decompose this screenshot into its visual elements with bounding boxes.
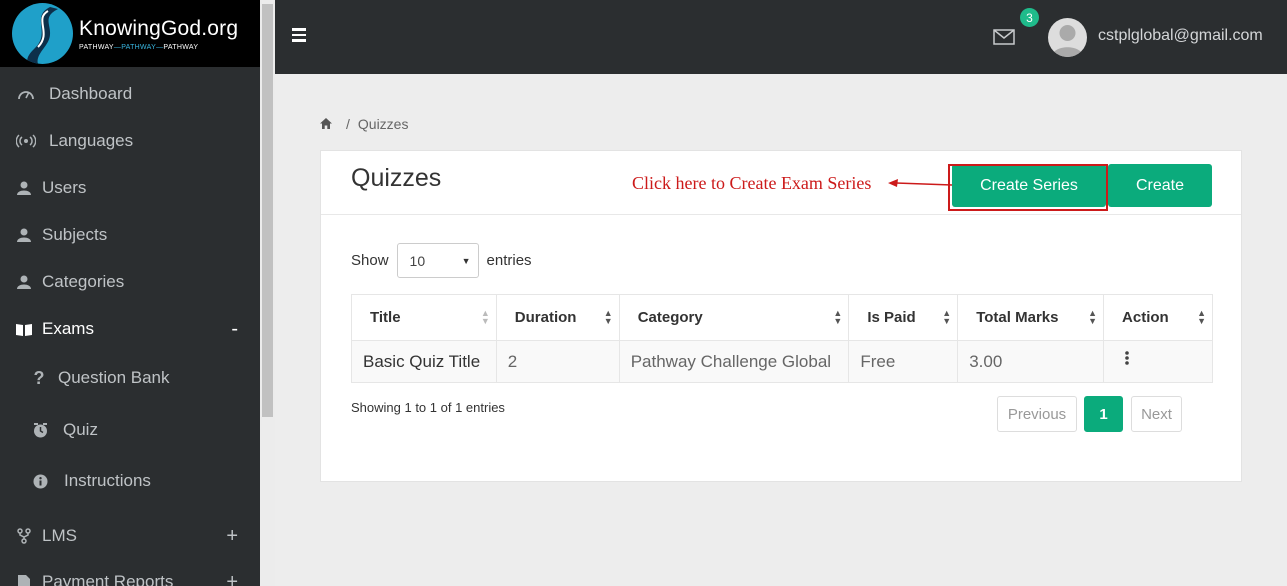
mail-icon[interactable] [993, 29, 1015, 50]
avatar[interactable] [1048, 18, 1087, 57]
logo-tagline: PATHWAY—PATHWAY—PATHWAY [79, 43, 199, 51]
entries-label: entries [486, 252, 532, 269]
sidebar-item-lms[interactable]: LMS + [0, 524, 260, 548]
breadcrumb-current: Quizzes [357, 116, 409, 132]
sidebar-item-payment-reports[interactable]: Payment Reports + [0, 570, 260, 586]
sort-icon: ▲ ▼ [942, 308, 952, 326]
sidebar-item-languages[interactable]: Languages [0, 129, 260, 153]
sidebar-item-subjects[interactable]: Subjects [0, 223, 260, 247]
chevron-down-icon: ▼ [461, 255, 471, 266]
page-size-select[interactable]: 10 ▼ [396, 243, 479, 278]
create-button[interactable]: Create [1108, 164, 1212, 207]
page-title: Quizzes [351, 164, 442, 192]
cell-is-paid: Free [848, 340, 959, 383]
cell-action [1103, 340, 1213, 383]
sort-icon: ▲ ▼ [603, 308, 613, 326]
sidebar: KnowingGod.org PATHWAY—PATHWAY—PATHWAY D… [0, 0, 260, 586]
book-icon [16, 323, 32, 336]
expand-toggle[interactable]: + [226, 571, 238, 586]
sidebar-item-question-bank[interactable]: ? Question Bank [0, 366, 260, 390]
question-icon: ? [33, 367, 45, 388]
breadcrumb: / Quizzes [320, 116, 408, 132]
quizzes-panel: Quizzes Click here to Create Exam Series… [320, 150, 1242, 482]
annotation-arrow [888, 179, 952, 187]
table-row: Basic Quiz Title 2 Pathway Challenge Glo… [351, 340, 1213, 383]
user-email[interactable]: cstplglobal@gmail.com [1098, 27, 1263, 45]
dashboard-icon [16, 87, 36, 101]
clock-icon [32, 422, 48, 438]
column-header-duration[interactable]: Duration ▲ ▼ [495, 294, 620, 341]
next-page-button[interactable]: Next [1131, 396, 1182, 432]
column-header-total-marks[interactable]: Total Marks ▲ ▼ [957, 294, 1105, 341]
sidebar-item-label: Dashboard [49, 84, 133, 103]
sidebar-item-quiz[interactable]: Quiz [0, 418, 260, 442]
sort-icon: ▲ ▼ [480, 308, 490, 326]
info-icon [32, 474, 48, 489]
sidebar-scrollbar[interactable] [260, 0, 275, 586]
logo-title: KnowingGod.org [79, 16, 239, 40]
page-size-control: Show 10 ▼ entries [351, 243, 532, 278]
cell-title: Basic Quiz Title [351, 340, 497, 383]
sidebar-item-label: Payment Reports [42, 572, 174, 586]
annotation-text: Click here to Create Exam Series [632, 173, 872, 193]
sidebar-item-label: Quiz [63, 420, 98, 439]
quizzes-table: Title ▲ ▼ Duration ▲ ▼ Category ▲ ▼ Is Paid ▲ ▼ … [351, 294, 1213, 383]
home-icon[interactable] [320, 116, 332, 132]
sidebar-item-dashboard[interactable]: Dashboard [0, 82, 260, 106]
logo-icon [12, 3, 73, 64]
show-label: Show [351, 252, 389, 269]
sidebar-item-label: Users [42, 178, 87, 197]
sidebar-item-label: LMS [42, 526, 77, 545]
breadcrumb-separator: / [346, 116, 350, 132]
sidebar-item-label: Instructions [64, 471, 151, 490]
logo[interactable]: KnowingGod.org PATHWAY—PATHWAY—PATHWAY [0, 0, 260, 67]
page-1-button[interactable]: 1 [1084, 396, 1123, 432]
column-header-category[interactable]: Category ▲ ▼ [618, 294, 850, 341]
sidebar-item-users[interactable]: Users [0, 176, 260, 200]
cell-total-marks: 3.00 [957, 340, 1105, 383]
sidebar-item-label: Languages [49, 131, 134, 150]
column-header-title[interactable]: Title ▲ ▼ [351, 294, 497, 341]
scrollbar-thumb[interactable] [262, 4, 273, 417]
panel-header: Quizzes Click here to Create Exam Series… [321, 151, 1241, 215]
previous-page-button[interactable]: Previous [997, 396, 1077, 432]
expand-toggle[interactable]: + [226, 525, 238, 548]
user-icon [16, 228, 32, 242]
collapse-toggle[interactable]: - [231, 318, 238, 341]
sidebar-item-instructions[interactable]: Instructions [0, 469, 260, 493]
menu-toggle-icon[interactable] [292, 28, 306, 45]
fork-icon [16, 528, 32, 544]
sort-icon: ▲ ▼ [833, 308, 843, 326]
table-info: Showing 1 to 1 of 1 entries [351, 400, 505, 415]
user-icon [16, 181, 32, 195]
column-header-is-paid[interactable]: Is Paid ▲ ▼ [848, 294, 959, 341]
sidebar-item-exams[interactable]: Exams - [0, 317, 260, 341]
table-header-row: Title ▲ ▼ Duration ▲ ▼ Category ▲ ▼ Is Paid ▲ ▼ … [351, 294, 1213, 341]
user-icon [16, 275, 32, 289]
highlight-box [948, 164, 1108, 211]
top-bar: 3 cstplglobal@gmail.com [275, 0, 1287, 74]
more-vertical-icon[interactable] [1115, 351, 1129, 372]
notification-badge: 3 [1020, 8, 1039, 27]
cell-duration: 2 [495, 340, 620, 383]
sidebar-item-label: Exams [42, 319, 94, 338]
sidebar-item-categories[interactable]: Categories [0, 270, 260, 294]
sidebar-item-label: Subjects [42, 225, 108, 244]
column-header-action[interactable]: Action ▲ ▼ [1103, 294, 1213, 341]
document-icon [16, 574, 32, 586]
sort-icon: ▲ ▼ [1197, 308, 1206, 326]
cell-category: Pathway Challenge Global [618, 340, 850, 383]
broadcast-icon [16, 134, 36, 148]
sort-icon: ▲ ▼ [1088, 308, 1098, 326]
sidebar-item-label: Question Bank [58, 368, 170, 387]
sidebar-item-label: Categories [42, 272, 125, 291]
